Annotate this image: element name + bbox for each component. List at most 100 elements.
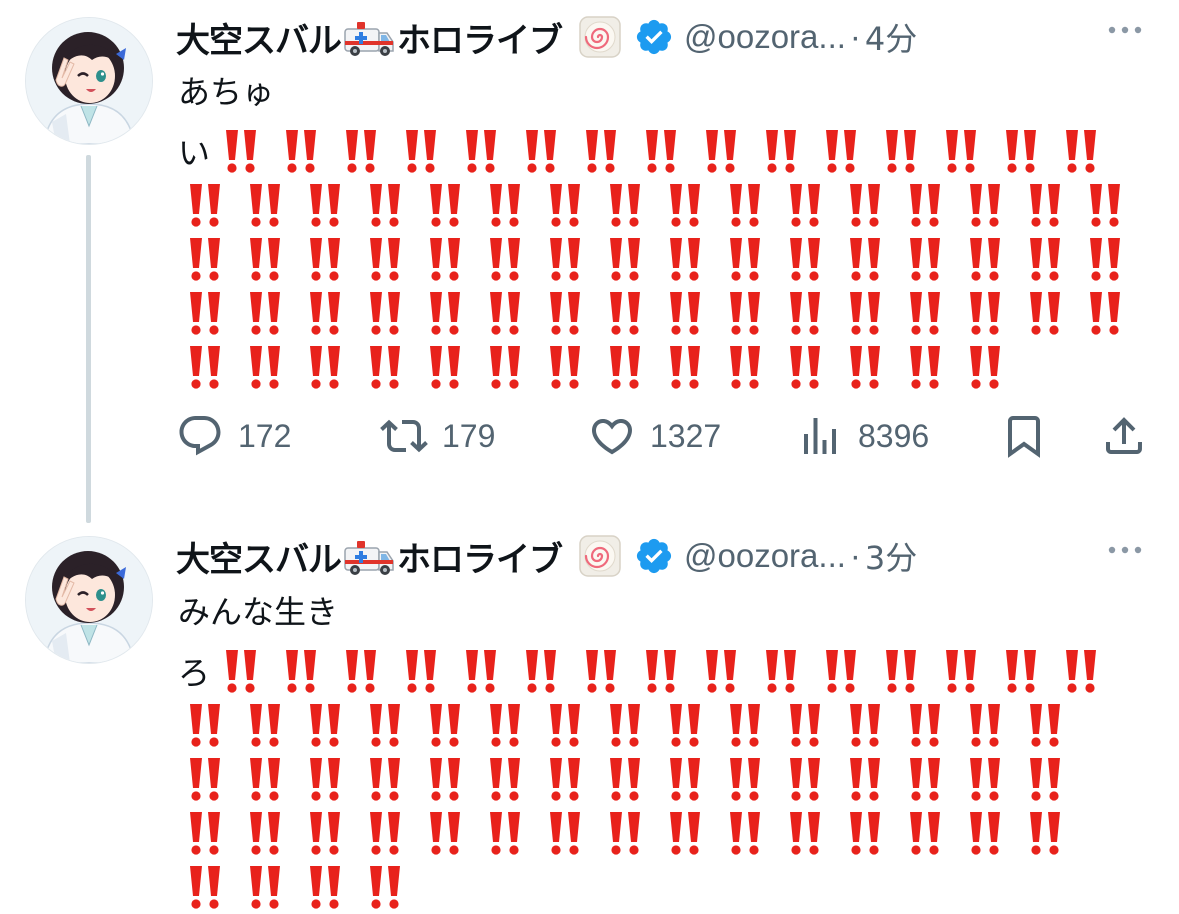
tweet-actions: 172 179 1327 8396 xyxy=(176,408,1156,464)
share-icon xyxy=(1106,417,1142,454)
double-exclamation-emoji xyxy=(422,180,482,230)
double-exclamation-emoji xyxy=(542,234,602,284)
retweet-icon xyxy=(380,419,428,453)
tweet-text-lead-char: ろ xyxy=(178,654,211,692)
double-exclamation-emoji xyxy=(962,288,1022,338)
double-exclamation-emoji xyxy=(1022,180,1082,230)
naruto-badge-icon[interactable] xyxy=(578,534,622,578)
verified-badge-icon[interactable] xyxy=(634,17,674,57)
double-exclamation-emoji xyxy=(302,700,362,750)
separator-dot: · xyxy=(849,537,861,574)
double-exclamation-emoji xyxy=(542,180,602,230)
timestamp[interactable]: 4分 xyxy=(865,14,917,60)
double-exclamation-emoji xyxy=(902,700,962,750)
tweet-header: 大空スバル ホロライブ @oozora... xyxy=(176,12,1136,62)
double-exclamation-emoji xyxy=(182,180,242,230)
avatar[interactable] xyxy=(25,536,153,664)
double-exclamation-emoji xyxy=(242,234,302,284)
handle[interactable]: @oozora... xyxy=(684,18,846,56)
double-exclamation-emoji xyxy=(782,700,842,750)
tweet-text-lead-char: い xyxy=(178,134,211,172)
double-exclamation-emoji xyxy=(242,754,302,804)
views-button[interactable]: 8396 xyxy=(796,408,929,464)
double-exclamation-emoji xyxy=(722,288,782,338)
double-exclamation-emoji xyxy=(722,180,782,230)
double-exclamation-emoji xyxy=(662,700,722,750)
double-exclamation-emoji xyxy=(902,754,962,804)
double-exclamation-emoji xyxy=(902,288,962,338)
double-exclamation-emoji xyxy=(242,808,302,858)
verified-badge-icon[interactable] xyxy=(634,536,674,576)
double-exclamation-emoji xyxy=(518,646,578,696)
double-exclamation-emoji xyxy=(842,180,902,230)
more-dots-icon[interactable] xyxy=(1105,540,1145,560)
tweet-1[interactable]: 大空スバル ホロライブ @oozora... · 4分 あちゅ い 172 17… xyxy=(0,0,1179,530)
double-exclamation-emoji xyxy=(962,342,1022,392)
double-exclamation-emoji xyxy=(242,862,302,912)
display-name[interactable]: 大空スバル xyxy=(176,13,342,62)
double-exclamation-emoji xyxy=(362,754,422,804)
double-exclamation-emoji xyxy=(782,342,842,392)
avatar[interactable] xyxy=(25,17,153,145)
tweet-2[interactable]: 大空スバル ホロライブ @oozora... · 3分 みんな生き ろ xyxy=(0,520,1179,909)
double-exclamation-emoji xyxy=(662,180,722,230)
display-name-suffix[interactable]: ホロライブ xyxy=(397,13,563,62)
like-button[interactable]: 1327 xyxy=(588,408,721,464)
display-name-suffix[interactable]: ホロライブ xyxy=(397,532,563,581)
double-exclamation-emoji xyxy=(302,342,362,392)
double-exclamation-emoji xyxy=(362,180,422,230)
double-exclamation-emoji xyxy=(938,646,998,696)
double-exclamation-emoji xyxy=(242,180,302,230)
double-exclamation-emoji xyxy=(902,234,962,284)
reply-button[interactable]: 172 xyxy=(176,408,291,464)
double-exclamation-emoji xyxy=(362,808,422,858)
timestamp[interactable]: 3分 xyxy=(865,533,917,579)
retweet-button[interactable]: 179 xyxy=(380,408,495,464)
double-exclamation-emoji xyxy=(278,126,338,176)
double-exclamation-emoji xyxy=(422,288,482,338)
double-exclamation-emoji xyxy=(482,808,542,858)
double-exclamation-emoji xyxy=(542,288,602,338)
tweet-text-exclamations: ろ xyxy=(178,644,1132,914)
double-exclamation-emoji xyxy=(722,234,782,284)
double-exclamation-emoji xyxy=(602,288,662,338)
double-exclamation-emoji xyxy=(1022,234,1082,284)
double-exclamation-emoji xyxy=(1022,808,1082,858)
double-exclamation-emoji xyxy=(842,754,902,804)
double-exclamation-emoji xyxy=(962,754,1022,804)
double-exclamation-emoji xyxy=(482,234,542,284)
exclamation-row: ろ xyxy=(178,644,1132,698)
bookmark-button[interactable] xyxy=(1000,408,1048,464)
double-exclamation-emoji xyxy=(338,126,398,176)
exclamation-row xyxy=(182,752,1132,806)
double-exclamation-emoji xyxy=(1022,754,1082,804)
double-exclamation-emoji xyxy=(302,180,362,230)
double-exclamation-emoji xyxy=(962,700,1022,750)
more-dots-icon[interactable] xyxy=(1105,20,1145,40)
double-exclamation-emoji xyxy=(482,700,542,750)
double-exclamation-emoji xyxy=(182,808,242,858)
exclamation-row xyxy=(182,860,1132,914)
double-exclamation-emoji xyxy=(362,288,422,338)
double-exclamation-emoji xyxy=(182,700,242,750)
double-exclamation-emoji xyxy=(182,234,242,284)
handle[interactable]: @oozora... xyxy=(684,537,846,575)
double-exclamation-emoji xyxy=(842,234,902,284)
double-exclamation-emoji xyxy=(1058,646,1118,696)
double-exclamation-emoji xyxy=(422,808,482,858)
double-exclamation-emoji xyxy=(818,646,878,696)
ambulance-emoji-icon xyxy=(343,536,395,576)
double-exclamation-emoji xyxy=(1022,700,1082,750)
double-exclamation-emoji xyxy=(482,342,542,392)
tweet-text-line: みんな生き xyxy=(178,593,339,631)
double-exclamation-emoji xyxy=(1082,234,1142,284)
double-exclamation-emoji xyxy=(302,288,362,338)
double-exclamation-emoji xyxy=(902,342,962,392)
naruto-badge-icon[interactable] xyxy=(578,15,622,59)
share-button[interactable] xyxy=(1100,408,1148,464)
double-exclamation-emoji xyxy=(722,808,782,858)
double-exclamation-emoji xyxy=(602,342,662,392)
double-exclamation-emoji xyxy=(722,700,782,750)
double-exclamation-emoji xyxy=(662,808,722,858)
display-name[interactable]: 大空スバル xyxy=(176,532,342,581)
